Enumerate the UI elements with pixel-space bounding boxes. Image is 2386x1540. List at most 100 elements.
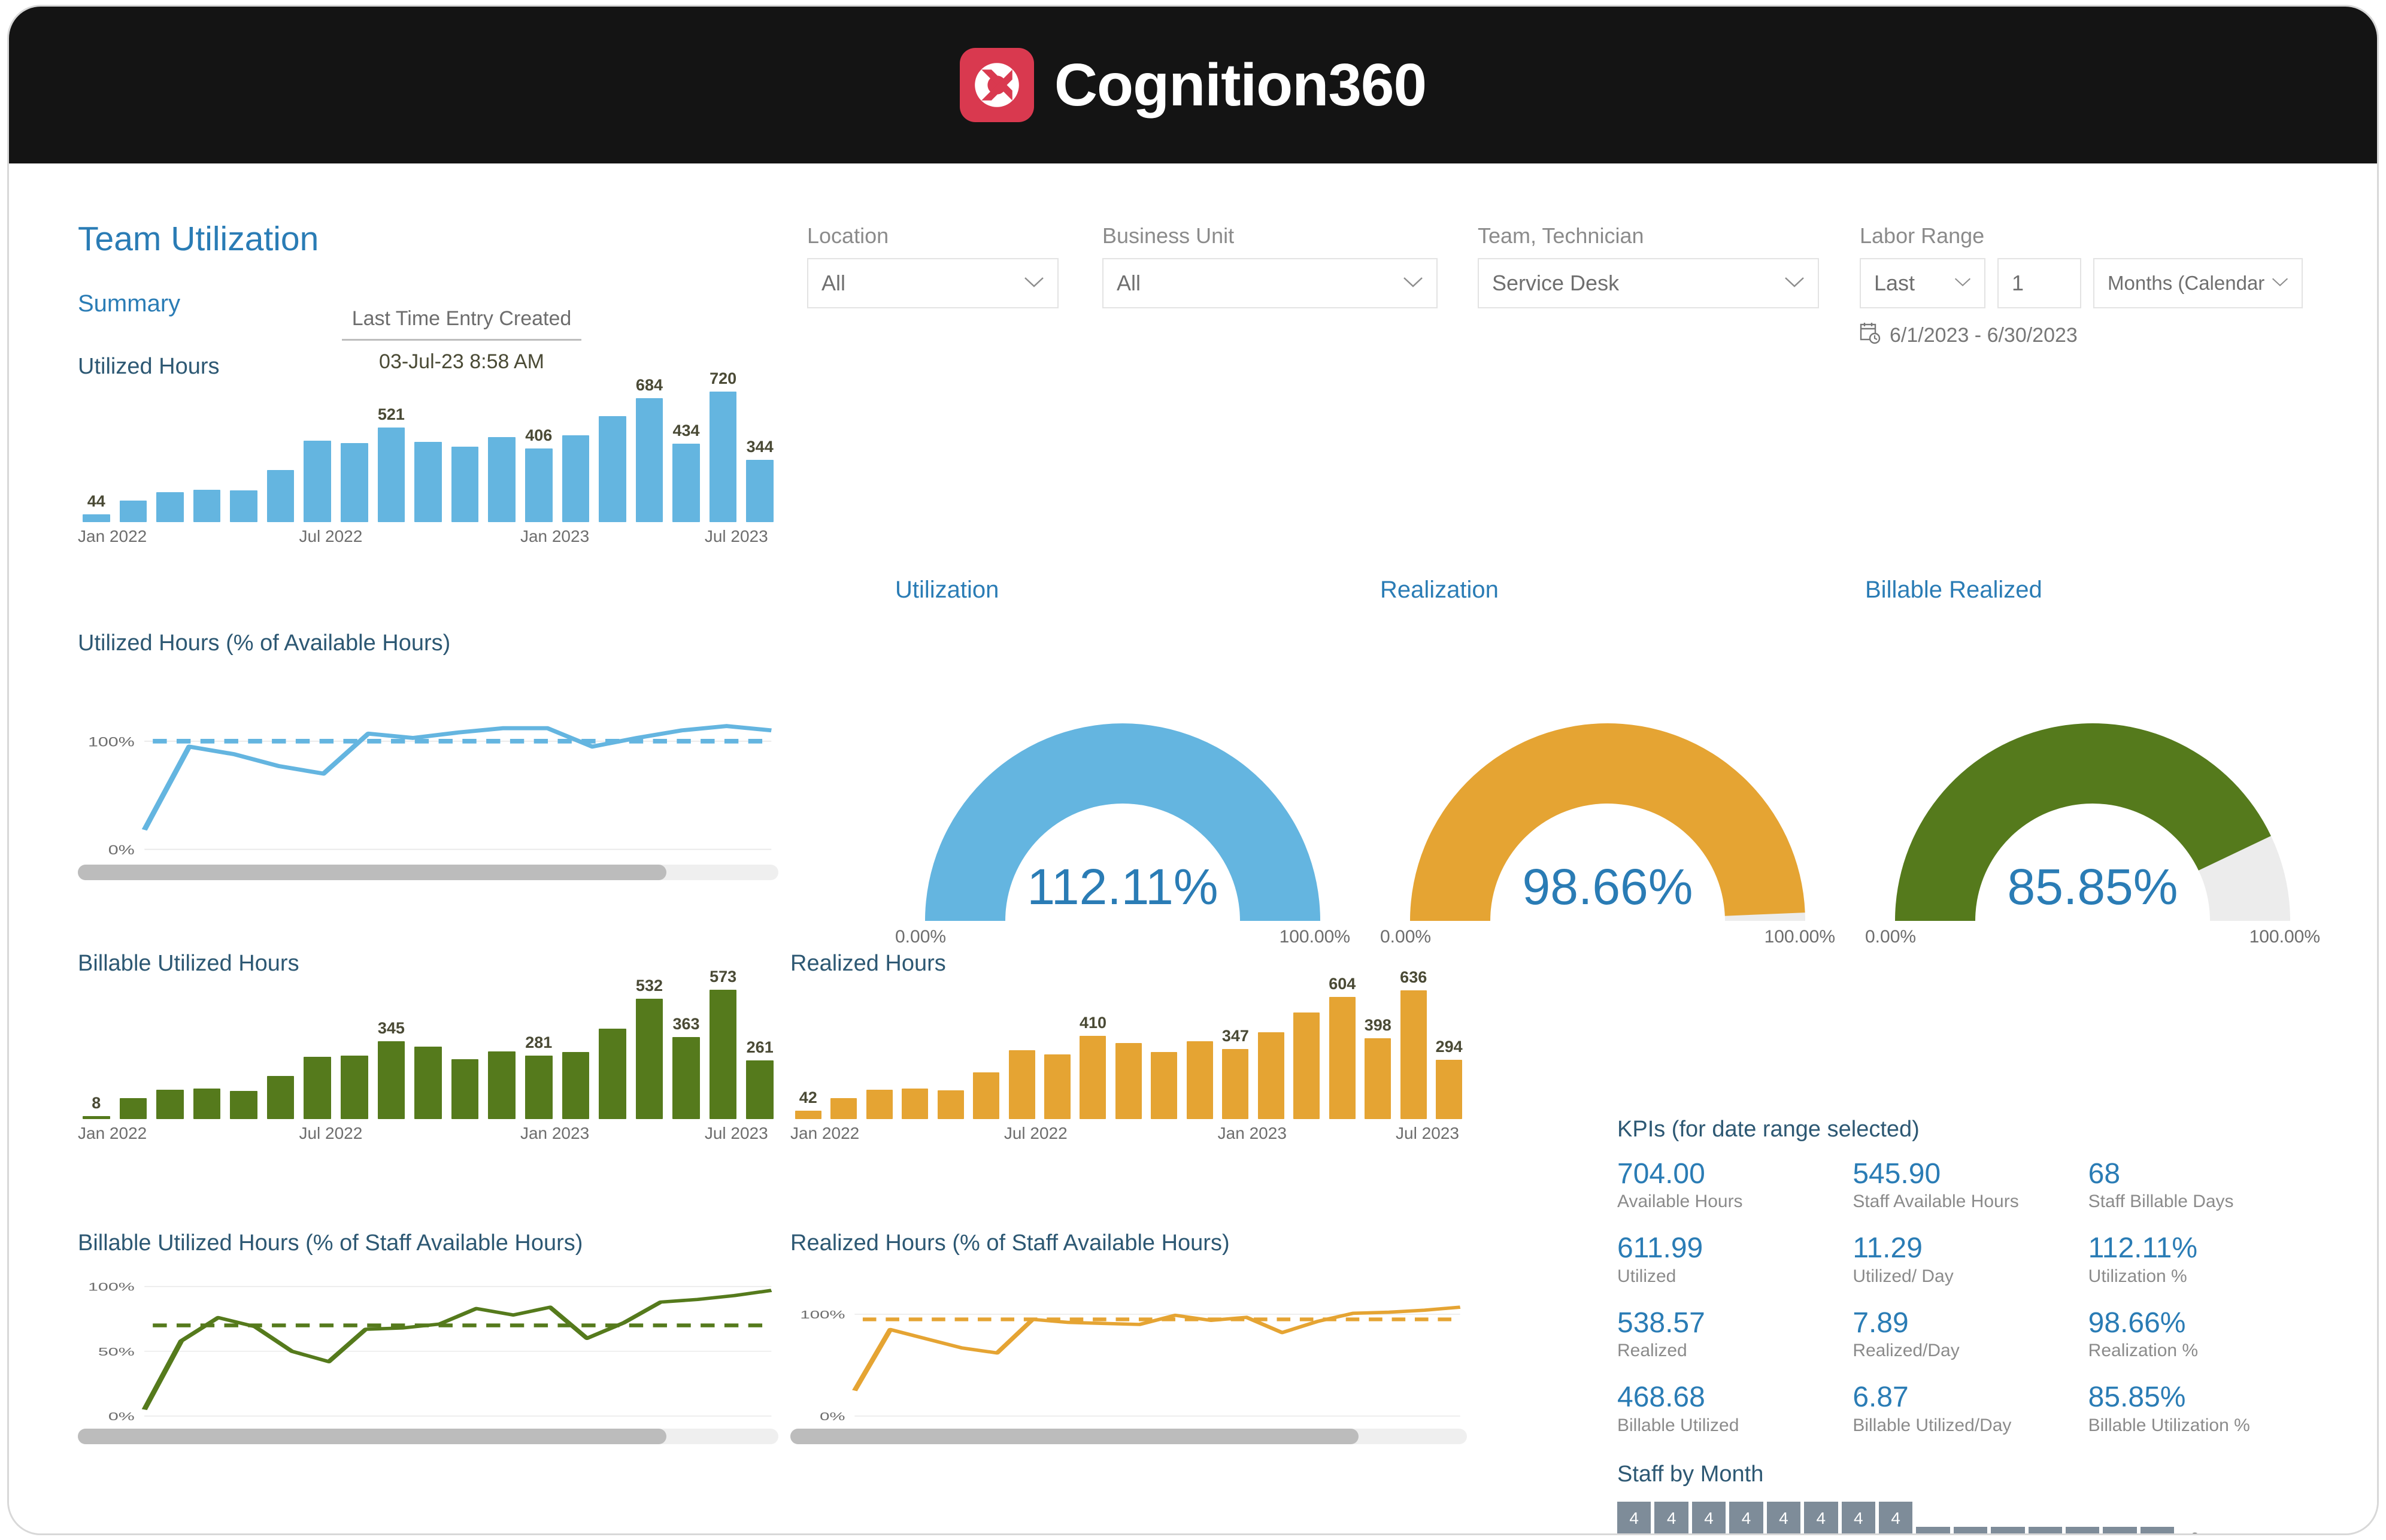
bar[interactable]: [973, 1072, 1000, 1119]
bar-column[interactable]: [1147, 981, 1182, 1119]
bar[interactable]: [1044, 1054, 1071, 1119]
staff-bar-column[interactable]: 4: [1654, 1502, 1688, 1533]
bar[interactable]: [1186, 1041, 1213, 1119]
bar[interactable]: [1365, 1038, 1391, 1119]
bar-column[interactable]: [557, 384, 595, 522]
bar-column[interactable]: [594, 981, 631, 1119]
bar-column[interactable]: [189, 384, 226, 522]
bar-column[interactable]: [862, 981, 897, 1119]
staff-bar-column[interactable]: 4: [1841, 1502, 1875, 1533]
business-unit-select[interactable]: All: [1102, 258, 1438, 308]
staff-bar[interactable]: 3: [2028, 1527, 2063, 1533]
staff-bar-column[interactable]: 3: [2066, 1502, 2100, 1533]
staff-bar-column[interactable]: 3: [2140, 1502, 2175, 1533]
bar[interactable]: [488, 436, 516, 522]
staff-bar-column[interactable]: 1: [2252, 1502, 2286, 1533]
bar[interactable]: [672, 1037, 700, 1119]
bar[interactable]: [1151, 1052, 1178, 1119]
bar-column[interactable]: [897, 981, 932, 1119]
bar[interactable]: [230, 1091, 257, 1119]
bar-column[interactable]: [189, 981, 226, 1119]
horizontal-scrollbar[interactable]: [78, 865, 778, 880]
bar-column[interactable]: [151, 981, 189, 1119]
line-plot[interactable]: 0% 100%: [78, 661, 778, 865]
bar[interactable]: [635, 999, 663, 1119]
bar-column[interactable]: [447, 981, 484, 1119]
staff-bar[interactable]: 4: [1654, 1502, 1688, 1533]
bar-column[interactable]: [299, 384, 336, 522]
bar-column[interactable]: [262, 981, 299, 1119]
bar[interactable]: [488, 1051, 516, 1119]
bar[interactable]: [525, 1056, 553, 1119]
bar-column[interactable]: [115, 981, 152, 1119]
bar-column[interactable]: [1004, 981, 1039, 1119]
bar-column[interactable]: [826, 981, 861, 1119]
bar-column[interactable]: 281: [520, 981, 557, 1119]
bar[interactable]: [599, 416, 626, 522]
bar-plot[interactable]: 42 410 347 604 398 636 294: [790, 968, 1467, 1119]
staff-bar-column[interactable]: 3: [1953, 1502, 1988, 1533]
staff-bar-column[interactable]: 3: [2028, 1502, 2063, 1533]
bar-column[interactable]: [447, 384, 484, 522]
staff-bar-plot[interactable]: 4444444433333332111: [1617, 1502, 2324, 1533]
bar[interactable]: [1293, 1012, 1320, 1119]
bar[interactable]: [1008, 1050, 1035, 1119]
bar-column[interactable]: [336, 981, 373, 1119]
staff-bar[interactable]: 4: [1691, 1502, 1726, 1533]
team-technician-select[interactable]: Service Desk: [1478, 258, 1819, 308]
location-select[interactable]: All: [807, 258, 1059, 308]
bar-column[interactable]: 347: [1218, 981, 1253, 1119]
bar-column[interactable]: [594, 384, 631, 522]
bar[interactable]: [635, 398, 663, 522]
bar-column[interactable]: 406: [520, 384, 557, 522]
bar[interactable]: [193, 1088, 221, 1119]
staff-bar[interactable]: 3: [1916, 1527, 1950, 1533]
staff-bar-column[interactable]: 4: [1617, 1502, 1651, 1533]
bar[interactable]: [1080, 1036, 1106, 1119]
bar-column[interactable]: [1111, 981, 1146, 1119]
horizontal-scrollbar[interactable]: [790, 1429, 1467, 1444]
labor-range-count-input[interactable]: 1: [1997, 258, 2081, 308]
bar-column[interactable]: 573: [705, 968, 742, 1119]
bar[interactable]: [709, 989, 737, 1119]
bar[interactable]: [266, 470, 295, 522]
bar-column[interactable]: 434: [668, 384, 705, 522]
line-plot[interactable]: 0% 50% 100%: [78, 1261, 778, 1429]
bar[interactable]: [304, 1056, 332, 1119]
bar-column[interactable]: [968, 981, 1003, 1119]
bar-column[interactable]: 44: [78, 384, 115, 522]
bar[interactable]: [341, 1055, 368, 1119]
bar[interactable]: [830, 1098, 857, 1119]
bar[interactable]: [266, 1076, 295, 1119]
staff-bar-column[interactable]: 4: [1766, 1502, 1801, 1533]
staff-bar-column[interactable]: 2: [2178, 1502, 2211, 1533]
bar[interactable]: [866, 1089, 893, 1119]
bar[interactable]: [414, 1047, 442, 1119]
bar-column[interactable]: [225, 384, 262, 522]
staff-bar[interactable]: 3: [2066, 1527, 2100, 1533]
bar[interactable]: [156, 1089, 184, 1119]
bar[interactable]: [304, 440, 332, 522]
bar[interactable]: [937, 1090, 964, 1119]
bar[interactable]: [230, 490, 257, 522]
bar-plot[interactable]: 8 345 281 532 363 573 261: [78, 968, 778, 1119]
staff-bar[interactable]: 3: [2140, 1527, 2175, 1533]
bar[interactable]: [599, 1029, 626, 1119]
bar-column[interactable]: [410, 384, 447, 522]
bar-column[interactable]: [483, 384, 520, 522]
bar[interactable]: [795, 1110, 821, 1119]
bar-column[interactable]: 410: [1075, 981, 1111, 1119]
staff-bar-column[interactable]: 4: [1804, 1502, 1838, 1533]
bar[interactable]: [193, 489, 221, 522]
bar[interactable]: [709, 392, 737, 522]
staff-bar-column[interactable]: 1: [2290, 1502, 2324, 1533]
bar[interactable]: [1400, 990, 1427, 1119]
staff-bar-column[interactable]: 1: [2215, 1502, 2249, 1533]
bar-column[interactable]: 521: [373, 384, 410, 522]
bar-column[interactable]: [299, 981, 336, 1119]
staff-bar[interactable]: 4: [1617, 1502, 1651, 1533]
bar-column[interactable]: [483, 981, 520, 1119]
bar[interactable]: [562, 1052, 590, 1119]
bar-column[interactable]: 636: [1396, 968, 1431, 1119]
bar-column[interactable]: [151, 384, 189, 522]
